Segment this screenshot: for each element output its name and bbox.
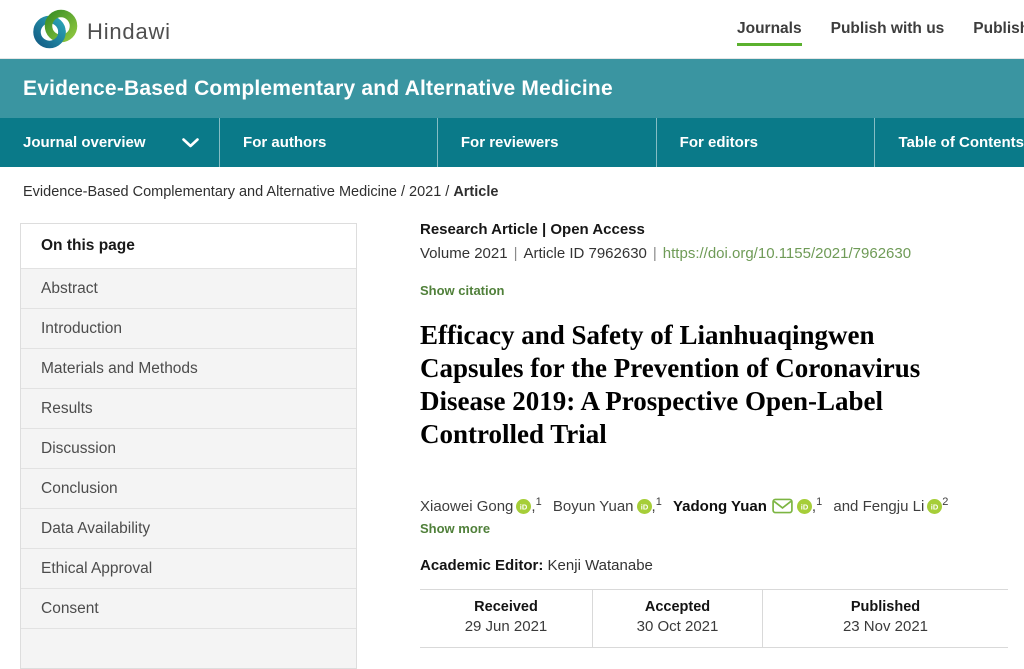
author-affiliation: 1: [656, 496, 662, 508]
author-name[interactable]: Boyun Yuan: [553, 498, 634, 515]
sidebar-item-data-availability[interactable]: Data Availability: [21, 508, 356, 548]
breadcrumb-separator: /: [401, 184, 405, 200]
svg-text:iD: iD: [640, 502, 648, 511]
author-name[interactable]: Fengju Li: [863, 498, 925, 515]
sidebar-item-discussion[interactable]: Discussion: [21, 428, 356, 468]
jnav-table-of-contents[interactable]: Table of Contents: [874, 118, 1024, 167]
jnav-journal-overview-label: Journal overview: [23, 134, 146, 151]
article-type: Research Article | Open Access: [420, 221, 1008, 238]
hindawi-logo[interactable]: Hindawi: [33, 7, 171, 57]
academic-editor-line: Academic Editor: Kenji Watanabe: [420, 557, 1008, 574]
breadcrumb-article: Article: [453, 184, 498, 200]
sidebar-item-results[interactable]: Results: [21, 388, 356, 428]
author: Boyun YuaniD,1: [553, 498, 665, 515]
author-affiliation: 1: [536, 496, 542, 508]
author: Xiaowei Gong iD,1: [420, 498, 545, 515]
nav-publish-with-us[interactable]: Publish with us: [831, 12, 945, 46]
published-label: Published: [763, 599, 1008, 615]
sidebar-item-conclusion[interactable]: Conclusion: [21, 468, 356, 508]
pipe-separator: |: [653, 245, 657, 262]
journal-nav: Journal overview For authors For reviewe…: [0, 118, 1024, 167]
author-name[interactable]: Yadong Yuan: [673, 498, 767, 515]
author-list: Xiaowei GongiD,1 Boyun YuaniD,1 Yadong Y…: [420, 491, 1008, 518]
author-affiliation: 2: [942, 496, 948, 508]
show-citation-link[interactable]: Show citation: [420, 283, 505, 298]
pipe-separator: |: [514, 245, 518, 262]
article-main: Research Article | Open Access Volume 20…: [420, 223, 1008, 648]
volume: Volume 2021: [420, 245, 508, 262]
article-meta: Volume 2021 | Article ID 7962630 | https://d…: [420, 245, 1008, 262]
author-separator: ,: [531, 498, 535, 515]
svg-text:iD: iD: [520, 502, 528, 511]
orcid-icon[interactable]: iD: [794, 498, 812, 515]
svg-text:iD: iD: [801, 502, 809, 511]
published-cell: Published 23 Nov 2021: [762, 590, 1008, 647]
journal-title[interactable]: Evidence-Based Complementary and Alterna…: [23, 77, 613, 101]
site-header: Hindawi Journals Publish with us Publish…: [0, 0, 1024, 59]
nav-journals[interactable]: Journals: [737, 12, 802, 46]
jnav-for-reviewers[interactable]: For reviewers: [437, 118, 656, 167]
breadcrumb-journal[interactable]: Evidence-Based Complementary and Alterna…: [23, 184, 397, 200]
accepted-cell: Accepted 30 Oct 2021: [592, 590, 762, 647]
author-name[interactable]: Xiaowei Gong: [420, 498, 513, 515]
academic-editor-name: Kenji Watanabe: [548, 557, 653, 574]
jnav-for-authors[interactable]: For authors: [219, 118, 437, 167]
chevron-down-icon: [182, 138, 199, 148]
top-nav: Journals Publish with us Publishing part…: [737, 0, 1024, 58]
on-this-page-sidebar: On this page Abstract Introduction Mater…: [20, 223, 357, 669]
brand-name: Hindawi: [87, 19, 171, 45]
journal-banner: Evidence-Based Complementary and Alterna…: [0, 59, 1024, 118]
nav-publishing-partnerships[interactable]: Publishing partnerships: [973, 12, 1024, 46]
author: and Fengju Li iD2: [833, 498, 951, 515]
doi-link[interactable]: https://doi.org/10.1155/2021/7962630: [663, 245, 911, 262]
breadcrumb-separator: /: [445, 184, 449, 200]
hindawi-rings-icon: [33, 7, 78, 57]
article-title-line: Disease 2019: A Prospective Open-Label: [420, 385, 1008, 418]
received-cell: Received 29 Jun 2021: [420, 590, 592, 647]
received-date: 29 Jun 2021: [420, 618, 592, 635]
article-title-line: Efficacy and Safety of Lianhuaqingwen: [420, 319, 1008, 352]
article-title-line: Capsules for the Prevention of Coronavir…: [420, 352, 1008, 385]
author-prefix: and: [833, 498, 862, 515]
breadcrumb-year[interactable]: 2021: [409, 184, 441, 200]
article-title: Efficacy and Safety of Lianhuaqingwen Ca…: [420, 319, 1008, 451]
sidebar-item-materials-and-methods[interactable]: Materials and Methods: [21, 348, 356, 388]
sidebar-title: On this page: [21, 224, 356, 268]
jnav-journal-overview[interactable]: Journal overview: [0, 118, 219, 167]
received-label: Received: [420, 599, 592, 615]
accepted-date: 30 Oct 2021: [593, 618, 762, 635]
sidebar-item-ethical-approval[interactable]: Ethical Approval: [21, 548, 356, 588]
jnav-for-editors[interactable]: For editors: [656, 118, 875, 167]
sidebar-item-partial: [21, 628, 356, 668]
show-more-link[interactable]: Show more: [420, 521, 490, 536]
sidebar-item-consent[interactable]: Consent: [21, 588, 356, 628]
academic-editor-label: Academic Editor:: [420, 557, 543, 574]
published-date: 23 Nov 2021: [763, 618, 1008, 635]
breadcrumb: Evidence-Based Complementary and Alterna…: [23, 184, 1024, 200]
accepted-label: Accepted: [593, 599, 762, 615]
author-corresponding: Yadong YuaniD,1: [673, 498, 825, 515]
svg-text:iD: iD: [931, 502, 939, 511]
sidebar-item-abstract[interactable]: Abstract: [21, 268, 356, 308]
email-icon[interactable]: [767, 498, 794, 515]
author-affiliation: 1: [816, 496, 822, 508]
orcid-icon[interactable]: iD: [924, 498, 942, 515]
article-title-line: Controlled Trial: [420, 418, 1008, 451]
sidebar-item-introduction[interactable]: Introduction: [21, 308, 356, 348]
orcid-icon[interactable]: iD: [513, 498, 531, 515]
dates-table: Received 29 Jun 2021 Accepted 30 Oct 202…: [420, 589, 1008, 648]
orcid-icon[interactable]: iD: [634, 498, 652, 515]
content-area: On this page Abstract Introduction Mater…: [0, 223, 1024, 669]
article-id: Article ID 7962630: [523, 245, 646, 262]
